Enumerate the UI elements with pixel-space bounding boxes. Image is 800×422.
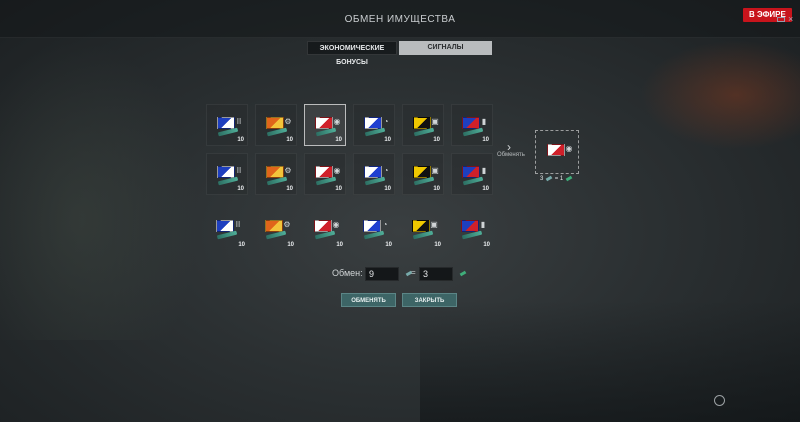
signal-cell[interactable]: ▮ 10 [451,208,493,250]
signal-bonus-icon: II [236,117,242,126]
signal-blue-white-square-icon [364,166,382,178]
signal-cell[interactable]: ▣ 10 [402,208,444,250]
signal-bonus-icon: ▮ [480,220,486,229]
signal-white-red-diamond-icon [314,220,332,232]
loading-spinner-icon [714,395,725,406]
signal-cell[interactable]: ◔ 10 [353,153,395,195]
signal-bonus-icon: ▮ [481,117,487,126]
output-token-icon [459,270,467,277]
signal-cell[interactable]: ⚙ 10 [255,153,297,195]
signal-cell[interactable]: ▣ 10 [402,104,444,146]
signal-yellow-black-dot-icon [413,166,431,178]
signal-bonus-icon: ▣ [430,220,438,229]
signal-bonus-icon: ◉ [333,166,341,175]
signal-blue-white-square-icon [363,220,381,232]
signal-count: 10 [384,137,391,143]
signal-count: 10 [433,137,440,143]
signal-blue-red-white-band-icon [462,166,480,178]
exchange-equals: = [411,268,416,277]
signal-orange-red-stripe-icon [265,220,283,232]
exchange-form-label: Обмен: [332,268,363,278]
signal-bonus-icon: ▣ [431,166,439,175]
signal-bonus-icon: ◉ [333,117,341,126]
signal-count: 10 [482,137,489,143]
signal-cell[interactable]: II 10 [206,208,248,250]
background-glow-right [640,40,800,150]
signal-count: 10 [384,186,391,192]
window-header: ОБМЕН ИМУЩЕСТВА В ЭФИРЕ × [0,0,800,38]
signal-bonus-icon: ⚙ [283,220,291,229]
signal-cell[interactable]: ▮ 10 [451,104,493,146]
signal-count: 10 [335,137,342,143]
minimize-icon[interactable] [777,17,785,22]
signal-count: 10 [336,242,343,248]
signal-orange-red-stripe-icon [266,117,284,129]
tab-signals[interactable]: СИГНАЛЫ [399,41,492,55]
signal-count: 10 [286,137,293,143]
signal-bonus-icon: ▣ [431,117,439,126]
signal-yellow-black-dot-icon [412,220,430,232]
signal-count: 10 [238,242,245,248]
exchange-quantity-input[interactable]: 9 [365,267,399,281]
signal-cell[interactable]: ◉ 10 [304,208,346,250]
signal-cell[interactable]: II 10 [206,153,248,195]
signal-cell[interactable]: ◉ 10 [304,153,346,195]
signal-bonus-icon: ⚙ [284,166,292,175]
tab-economic-bonuses[interactable]: ЭКОНОМИЧЕСКИЕ БОНУСЫ [307,41,397,66]
window-title: ОБМЕН ИМУЩЕСТВА [344,14,456,25]
tab-bar: ЭКОНОМИЧЕСКИЕ БОНУСЫ СИГНАЛЫ [307,41,492,66]
rate-mid-value: = 1 [554,176,564,182]
signal-count: 10 [335,186,342,192]
signal-white-red-diamond-icon [315,166,333,178]
close-button[interactable]: ЗАКРЫТЬ [402,293,457,307]
signal-bonus-icon: ◔ [383,117,389,126]
signal-bonus-icon: II [235,220,241,229]
signal-count: 10 [482,186,489,192]
signal-bonus-icon: ◉ [332,220,340,229]
signal-blue-white-check-icon [216,220,234,232]
result-slot: ◉ [535,130,579,174]
rate-left-value: 3 [540,176,544,182]
signal-cell[interactable]: ▣ 10 [402,153,444,195]
signal-blue-white-square-icon [364,117,382,129]
signal-bonus-icon: ◔ [383,166,389,175]
signal-cell[interactable]: ▮ 10 [451,153,493,195]
signal-white-red-diamond-icon [315,117,333,129]
signal-blue-white-check-icon [217,117,235,129]
close-icon[interactable]: × [788,14,793,24]
signal-bonus-icon: ◔ [382,220,388,229]
exchange-result-value: 3 [419,267,453,281]
signal-count: 10 [433,186,440,192]
signal-count: 10 [434,242,441,248]
signal-blue-white-check-icon [217,166,235,178]
signal-count: 10 [286,186,293,192]
signal-white-red-diamond-icon [547,144,565,156]
exchange-button[interactable]: ОБМЕНЯТЬ [341,293,396,307]
consumable-token-icon [545,175,553,182]
signal-blue-red-white-band-icon [461,220,479,232]
result-rate: 3 = 1 [540,175,573,182]
signal-yellow-black-dot-icon [413,117,431,129]
signal-bonus-icon: ◉ [565,144,573,153]
background-glow-left [0,40,200,340]
background-shade [420,300,800,422]
signal-count: 10 [483,242,490,248]
signal-count: 10 [237,137,244,143]
signal-blue-red-white-band-icon [462,117,480,129]
exchange-arrow-label: Обменять [497,152,525,158]
signal-orange-red-stripe-icon [266,166,284,178]
signal-cell[interactable]: ◔ 10 [353,208,395,250]
signal-bonus-icon: ▮ [481,166,487,175]
signal-bonus-icon: ⚙ [284,117,292,126]
signal-cell[interactable]: ⚙ 10 [255,104,297,146]
signal-cell[interactable]: II 10 [206,104,248,146]
signal-cell[interactable]: ⚙ 10 [255,208,297,250]
signal-cell[interactable]: ◉ 10 [304,104,346,146]
signal-count: 10 [385,242,392,248]
result-token-icon [565,175,573,182]
signal-count: 10 [287,242,294,248]
signal-bonus-icon: II [236,166,242,175]
signal-count: 10 [237,186,244,192]
signal-cell[interactable]: ◔ 10 [353,104,395,146]
